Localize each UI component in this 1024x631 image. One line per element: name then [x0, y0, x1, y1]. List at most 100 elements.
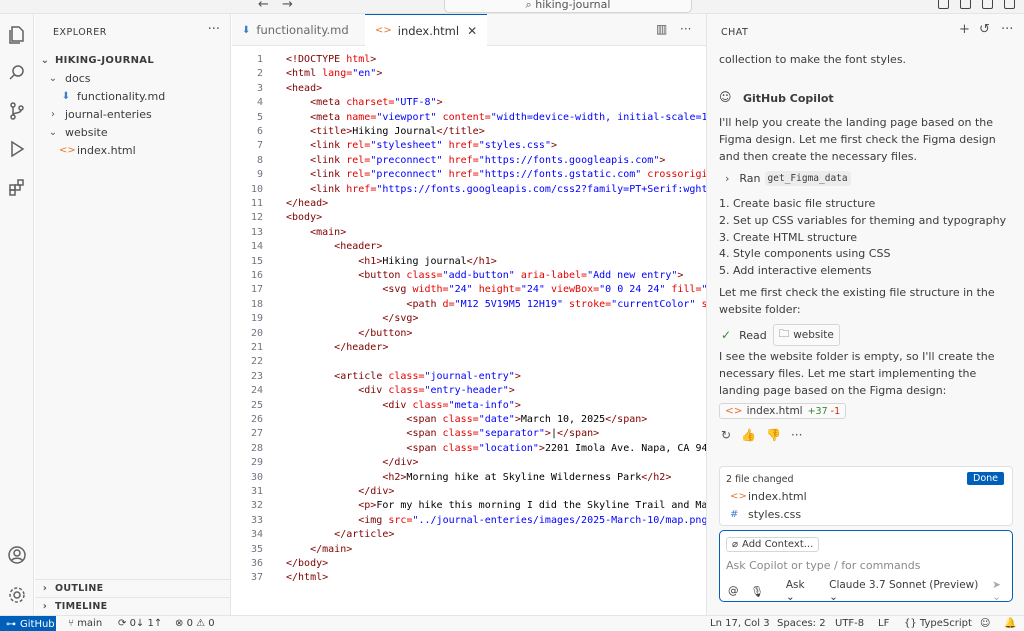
code-line[interactable]: 15 <h1>Hiking journal</h1> — [232, 256, 706, 270]
code-line[interactable]: 24 <div class="entry-header"> — [232, 385, 706, 399]
gear-icon[interactable] — [6, 584, 28, 606]
send-icon[interactable]: ➤ ⌄ — [992, 579, 1012, 603]
code-line[interactable]: 9 <link rel="preconnect" href="https://f… — [232, 169, 706, 183]
code-line[interactable]: 27 <span class="separator">|</span> — [232, 428, 706, 442]
code-line[interactable]: 14 <header> — [232, 241, 706, 255]
code-line[interactable]: 18 <path d="M12 5V19M5 12H19" stroke="cu… — [232, 299, 706, 313]
microphone-icon[interactable]: 🎙 — [751, 585, 764, 598]
code-line[interactable]: 34 </article> — [232, 529, 706, 543]
add-context-button[interactable]: ⌀ Add Context... — [726, 537, 820, 552]
code-line[interactable]: 37 </html> — [232, 572, 706, 586]
code-line[interactable]: 25 <div class="meta-info"> — [232, 400, 706, 414]
search-icon[interactable] — [6, 62, 28, 84]
chat-input[interactable] — [726, 559, 1006, 572]
code-line[interactable]: 3 <head> — [232, 83, 706, 97]
mode-picker[interactable]: Ask ⌄ — [786, 579, 815, 603]
copilot-status-icon[interactable]: ☺ — [980, 618, 990, 629]
code-line[interactable]: 17 <svg width="24" height="24" viewBox="… — [232, 284, 706, 298]
code-line[interactable]: 4 <meta charset="UTF-8"> — [232, 97, 706, 111]
more-actions-icon[interactable]: ··· — [1001, 22, 1013, 37]
code-line[interactable]: 6 <title>Hiking Journal</title> — [232, 126, 706, 140]
code-line[interactable]: 30 <h2>Morning hike at Skyline Wildernes… — [232, 472, 706, 486]
more-actions-icon[interactable]: ··· — [791, 428, 802, 442]
code-line[interactable]: 1 <!DOCTYPE html> — [232, 54, 706, 68]
remote-indicator[interactable]: ⊶ GitHub — [0, 616, 56, 631]
arrow-right-icon[interactable]: → — [282, 0, 293, 12]
code-line[interactable]: 5 <meta name="viewport" content="width=d… — [232, 112, 706, 126]
code-line[interactable]: 13 <main> — [232, 227, 706, 241]
history-icon[interactable]: ↺ — [979, 22, 990, 37]
tree-file-index-html[interactable]: <> index.html — [35, 141, 231, 159]
indentation[interactable]: Spaces: 2 — [777, 618, 826, 629]
thumbs-up-icon[interactable]: 👍 — [741, 428, 756, 442]
source-control-icon[interactable] — [6, 100, 28, 122]
customize-layout-icon[interactable] — [1004, 0, 1015, 9]
folder-reference[interactable]: 🗀 website — [772, 324, 840, 346]
done-button[interactable]: Done — [967, 472, 1004, 485]
arrow-left-icon[interactable]: ← — [258, 0, 269, 12]
extensions-icon[interactable] — [6, 176, 28, 198]
code-line-text: <span class="location">2201 Imola Ave. N… — [406, 442, 706, 454]
tree-folder-docs[interactable]: ⌄ docs — [35, 69, 231, 87]
code-line[interactable]: 20 </button> — [232, 328, 706, 342]
code-line[interactable]: 7 <link rel="stylesheet" href="styles.cs… — [232, 140, 706, 154]
thumbs-down-icon[interactable]: 👎 — [766, 428, 781, 442]
language-mode[interactable]: {} TypeScript — [904, 618, 972, 629]
notifications-icon[interactable]: 🔔 — [1004, 618, 1016, 629]
problems-indicator[interactable]: ⊗ 0 ⚠ 0 — [175, 618, 215, 629]
tree-folder-website[interactable]: ⌄ website — [35, 123, 231, 141]
edited-file-pill[interactable]: <> index.html +37 -1 — [719, 403, 847, 419]
tab-index-html[interactable]: <> index.html ✕ — [365, 14, 488, 46]
line-number: 8 — [256, 154, 263, 166]
chevron-down-icon: ⌄ — [48, 72, 58, 84]
code-line[interactable]: 2 <html lang="en"> — [232, 68, 706, 82]
sync-indicator[interactable]: ⟳ 0↓ 1↑ — [118, 618, 162, 629]
code-line[interactable]: 32 <p>For my hike this morning I did the… — [232, 500, 706, 514]
tab-functionality-md[interactable]: ⬇ functionality.md — [232, 14, 359, 46]
outline-section[interactable]: › OUTLINE — [35, 579, 231, 597]
code-line[interactable]: 10 <link href="https://fonts.googleapis.… — [232, 184, 706, 198]
code-editor[interactable]: 1 <!DOCTYPE html> 2 <html lang="en"> 3 <head>… — [232, 54, 706, 602]
split-editor-icon[interactable]: ▥ — [656, 22, 667, 36]
close-icon[interactable]: ✕ — [467, 24, 477, 38]
code-line[interactable]: 28 <span class="location">2201 Imola Ave… — [232, 443, 706, 457]
code-line[interactable]: 8 <link rel="preconnect" href="https://f… — [232, 155, 706, 169]
code-line[interactable]: 36 </body> — [232, 558, 706, 572]
code-line[interactable]: 12 <body> — [232, 212, 706, 226]
account-icon[interactable] — [6, 544, 28, 566]
line-ending[interactable]: LF — [878, 618, 889, 629]
explorer-files-icon[interactable] — [6, 24, 28, 46]
code-line[interactable]: 35 </main> — [232, 544, 706, 558]
code-line[interactable]: 31 </div> — [232, 486, 706, 500]
code-line[interactable]: 26 <span class="date">March 10, 2025</sp… — [232, 414, 706, 428]
encoding[interactable]: UTF-8 — [835, 618, 864, 629]
mention-icon[interactable]: @ — [728, 585, 739, 597]
branch-indicator[interactable]: ⑂ main — [68, 618, 102, 629]
run-debug-icon[interactable] — [6, 138, 28, 160]
toggle-secondary-sidebar-icon[interactable] — [982, 0, 993, 9]
new-chat-icon[interactable]: + — [959, 22, 970, 37]
tree-file-functionality-md[interactable]: ⬇ functionality.md — [35, 87, 231, 105]
command-center-search[interactable]: ⌕ hiking-journal — [444, 0, 692, 13]
cursor-position[interactable]: Ln 17, Col 3 — [710, 618, 770, 629]
toggle-sidebar-icon[interactable] — [938, 0, 949, 9]
changed-file-index-html[interactable]: <> index.html — [730, 490, 807, 503]
model-picker[interactable]: Claude 3.7 Sonnet (Preview) ⌄ — [829, 579, 982, 603]
retry-icon[interactable]: ↻ — [721, 428, 731, 442]
code-line[interactable]: 22 — [232, 356, 706, 370]
code-line[interactable]: 29 </div> — [232, 457, 706, 471]
code-line[interactable]: 11 </head> — [232, 198, 706, 212]
code-line[interactable]: 16 <button class="add-button" aria-label… — [232, 270, 706, 284]
more-actions-icon[interactable]: ··· — [208, 22, 220, 37]
code-line[interactable]: 19 </svg> — [232, 313, 706, 327]
tree-root[interactable]: ⌄ HIKING-JOURNAL — [35, 51, 231, 69]
tree-folder-journal-enteries[interactable]: › journal-enteries — [35, 105, 231, 123]
tool-call-row[interactable]: › Ran get_Figma_data — [725, 171, 851, 186]
more-actions-icon[interactable]: ··· — [680, 22, 691, 36]
code-line[interactable]: 21 </header> — [232, 342, 706, 356]
timeline-section[interactable]: › TIMELINE — [35, 597, 231, 615]
code-line[interactable]: 33 <img src="../journal-enteries/images/… — [232, 515, 706, 529]
toggle-panel-icon[interactable] — [960, 0, 971, 9]
code-line[interactable]: 23 <article class="journal-entry"> — [232, 371, 706, 385]
changed-file-styles-css[interactable]: # styles.css — [730, 508, 801, 521]
